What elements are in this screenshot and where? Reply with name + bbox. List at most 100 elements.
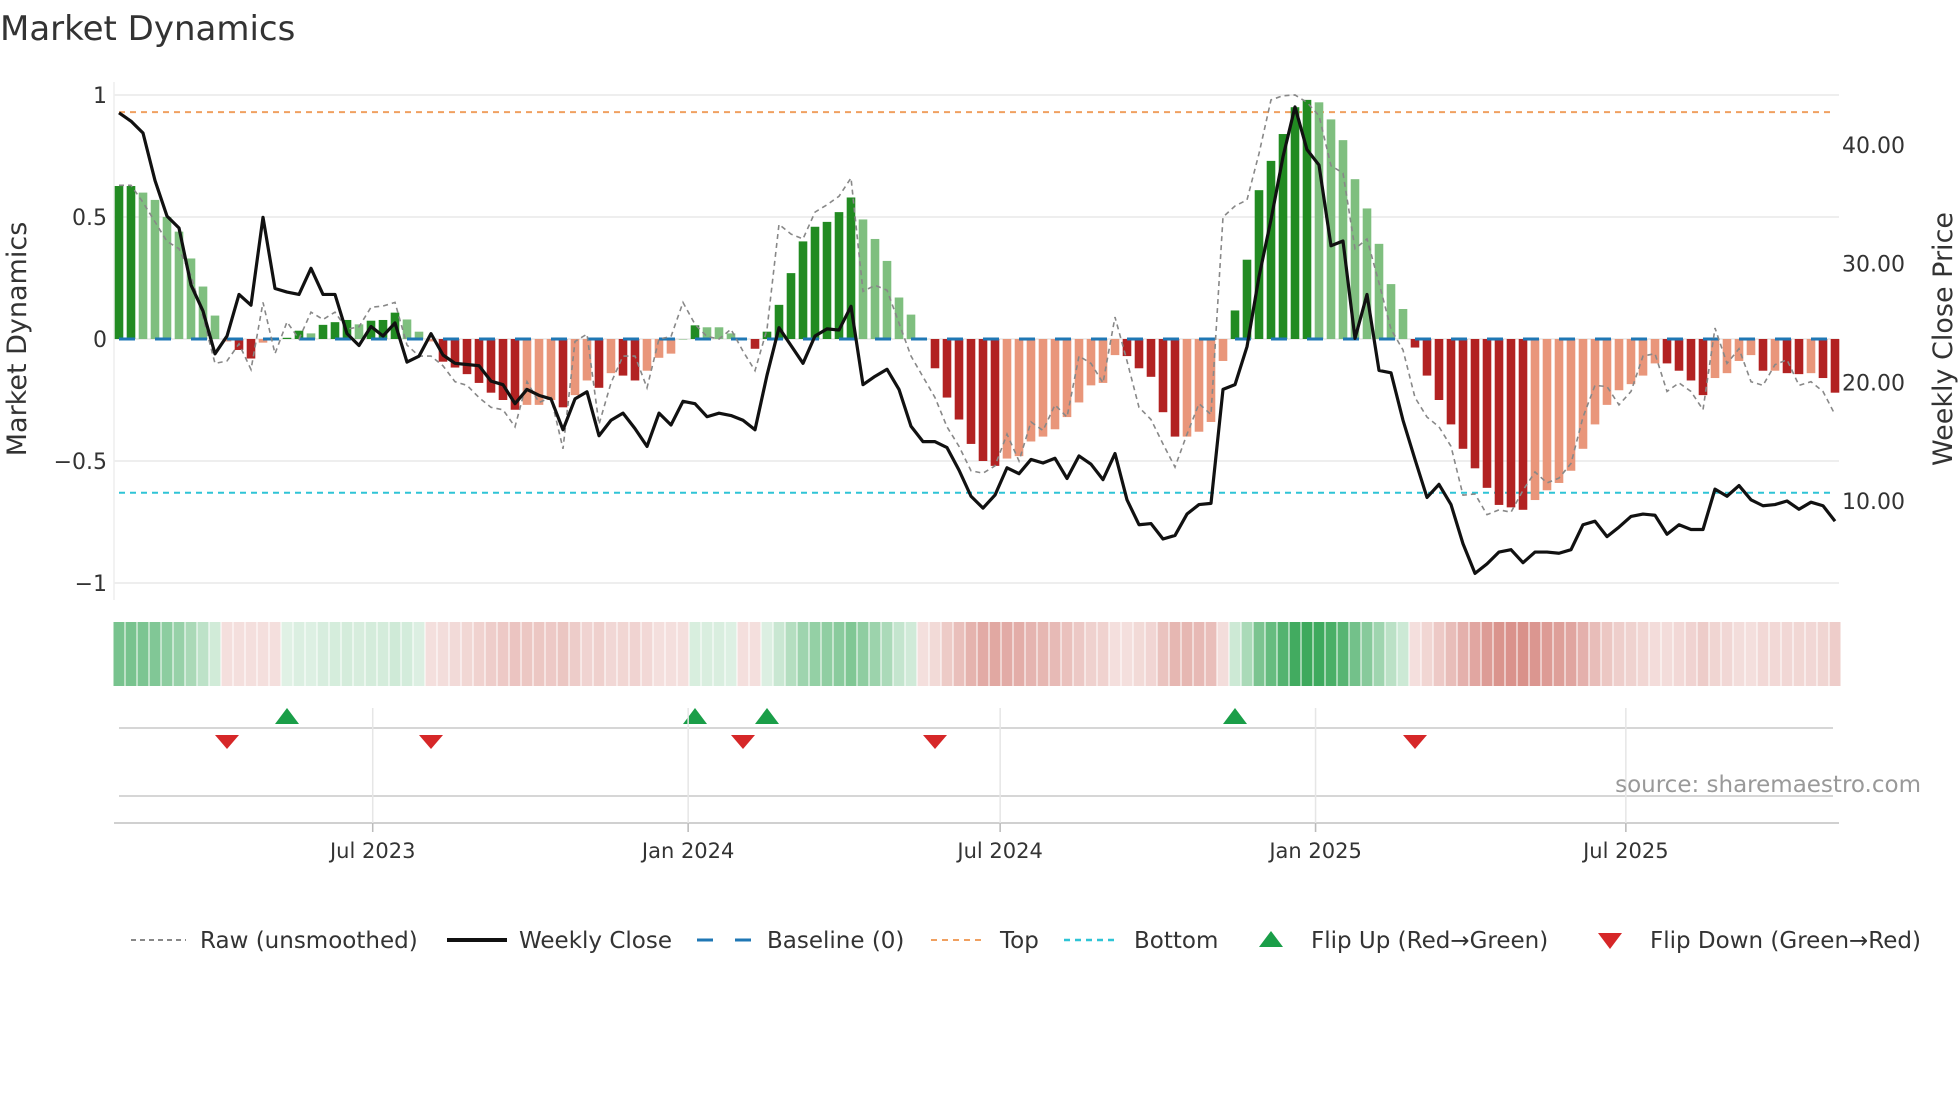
heat-cell [1361, 622, 1373, 686]
x-tick-label: Jan 2025 [1267, 839, 1362, 863]
momentum-bar [1218, 339, 1228, 361]
heat-cell [749, 622, 761, 686]
heat-cell [557, 622, 569, 686]
momentum-bar [1398, 308, 1408, 339]
heat-cell [1589, 622, 1601, 686]
legend-label: Weekly Close [519, 928, 672, 954]
momentum-bar [1026, 339, 1036, 442]
momentum-bar [1050, 339, 1060, 430]
momentum-bar [1530, 339, 1540, 501]
heat-cell [1421, 622, 1433, 686]
heat-cell [629, 622, 641, 686]
heat-cell [1277, 622, 1289, 686]
heat-cell [137, 622, 149, 686]
momentum-bar [126, 186, 136, 339]
heat-cell [797, 622, 809, 686]
heat-cell [1697, 622, 1709, 686]
heat-cell [593, 622, 605, 686]
heat-cell [185, 622, 197, 686]
heat-cell [1205, 622, 1217, 686]
heat-cell [1085, 622, 1097, 686]
y2-tick-label: 10.00 [1842, 490, 1905, 515]
heat-cell [1409, 622, 1421, 686]
legend-label: Top [999, 928, 1039, 954]
momentum-bar [606, 339, 616, 374]
heat-cell [461, 622, 473, 686]
heat-cell [1145, 622, 1157, 686]
heat-cell [1445, 622, 1457, 686]
flip-down-marker [1403, 735, 1427, 749]
heat-cell [485, 622, 497, 686]
heat-cell [1457, 622, 1469, 686]
heat-cell [413, 622, 425, 686]
momentum-bar [942, 339, 952, 398]
heat-cell [161, 622, 173, 686]
momentum-bar [678, 339, 688, 340]
heat-cell [269, 622, 281, 686]
heat-cell [293, 622, 305, 686]
momentum-bar [1230, 310, 1240, 339]
y2-axis-label: Weekly Close Price [1928, 212, 1959, 466]
y-tick-label: −1 [75, 572, 107, 597]
heat-cell [1265, 622, 1277, 686]
heat-cell [1013, 622, 1025, 686]
heat-cell [1481, 622, 1493, 686]
y-tick-label: 0.5 [72, 206, 107, 231]
momentum-bar [1506, 339, 1516, 508]
momentum-bar [210, 315, 220, 339]
heat-cell [473, 622, 485, 686]
momentum-bar [1686, 339, 1696, 381]
heat-cell [1097, 622, 1109, 686]
heat-cell [1685, 622, 1697, 686]
legend-item-bottom: Bottom [1064, 928, 1218, 954]
y-tick-label: 1 [93, 84, 107, 109]
momentum-bar [114, 186, 124, 339]
heat-cell [1169, 622, 1181, 686]
y-tick-label: 0 [93, 328, 107, 353]
heat-cell [881, 622, 893, 686]
heat-cell [821, 622, 833, 686]
momentum-bar [1038, 339, 1048, 437]
heat-cell [1181, 622, 1193, 686]
momentum-bar [978, 339, 988, 461]
heat-cell [245, 622, 257, 686]
momentum-bar [834, 212, 844, 339]
heat-cell [1073, 622, 1085, 686]
momentum-bar [1482, 339, 1492, 488]
momentum-bar [630, 339, 640, 381]
momentum-bar [798, 241, 808, 339]
heat-cell [1553, 622, 1565, 686]
y2-axis-ticks: 40.00 30.00 20.00 10.00 [1842, 134, 1905, 515]
momentum-bar [1470, 339, 1480, 469]
heat-cell [533, 622, 545, 686]
heat-cell [1193, 622, 1205, 686]
momentum-bar [1422, 339, 1432, 376]
heat-cell [869, 622, 881, 686]
momentum-bar [162, 217, 172, 339]
momentum-bar [1386, 284, 1396, 339]
momentum-bar [906, 314, 916, 339]
heat-cell [509, 622, 521, 686]
raw-series [119, 94, 1836, 516]
chart-title: Market Dynamics [0, 9, 295, 49]
heat-cell [1337, 622, 1349, 686]
x-tick-label: Jul 2023 [328, 839, 415, 863]
legend-label: Bottom [1134, 928, 1218, 954]
heat-cell [353, 622, 365, 686]
heat-cell [221, 622, 233, 686]
momentum-bar [1698, 339, 1708, 396]
momentum-bar [966, 339, 976, 444]
flip-down-marker [215, 735, 239, 749]
heat-cell [545, 622, 557, 686]
heat-cell [1601, 622, 1613, 686]
heat-cell [1025, 622, 1037, 686]
heat-cell [905, 622, 917, 686]
momentum-bar [990, 339, 1000, 466]
heat-cell [1649, 622, 1661, 686]
heat-cell [1229, 622, 1241, 686]
flip-down-marker [419, 735, 443, 749]
momentum-bar [1566, 339, 1576, 471]
heat-cell [1241, 622, 1253, 686]
heat-cell [329, 622, 341, 686]
triangle-down-icon [1598, 933, 1622, 949]
